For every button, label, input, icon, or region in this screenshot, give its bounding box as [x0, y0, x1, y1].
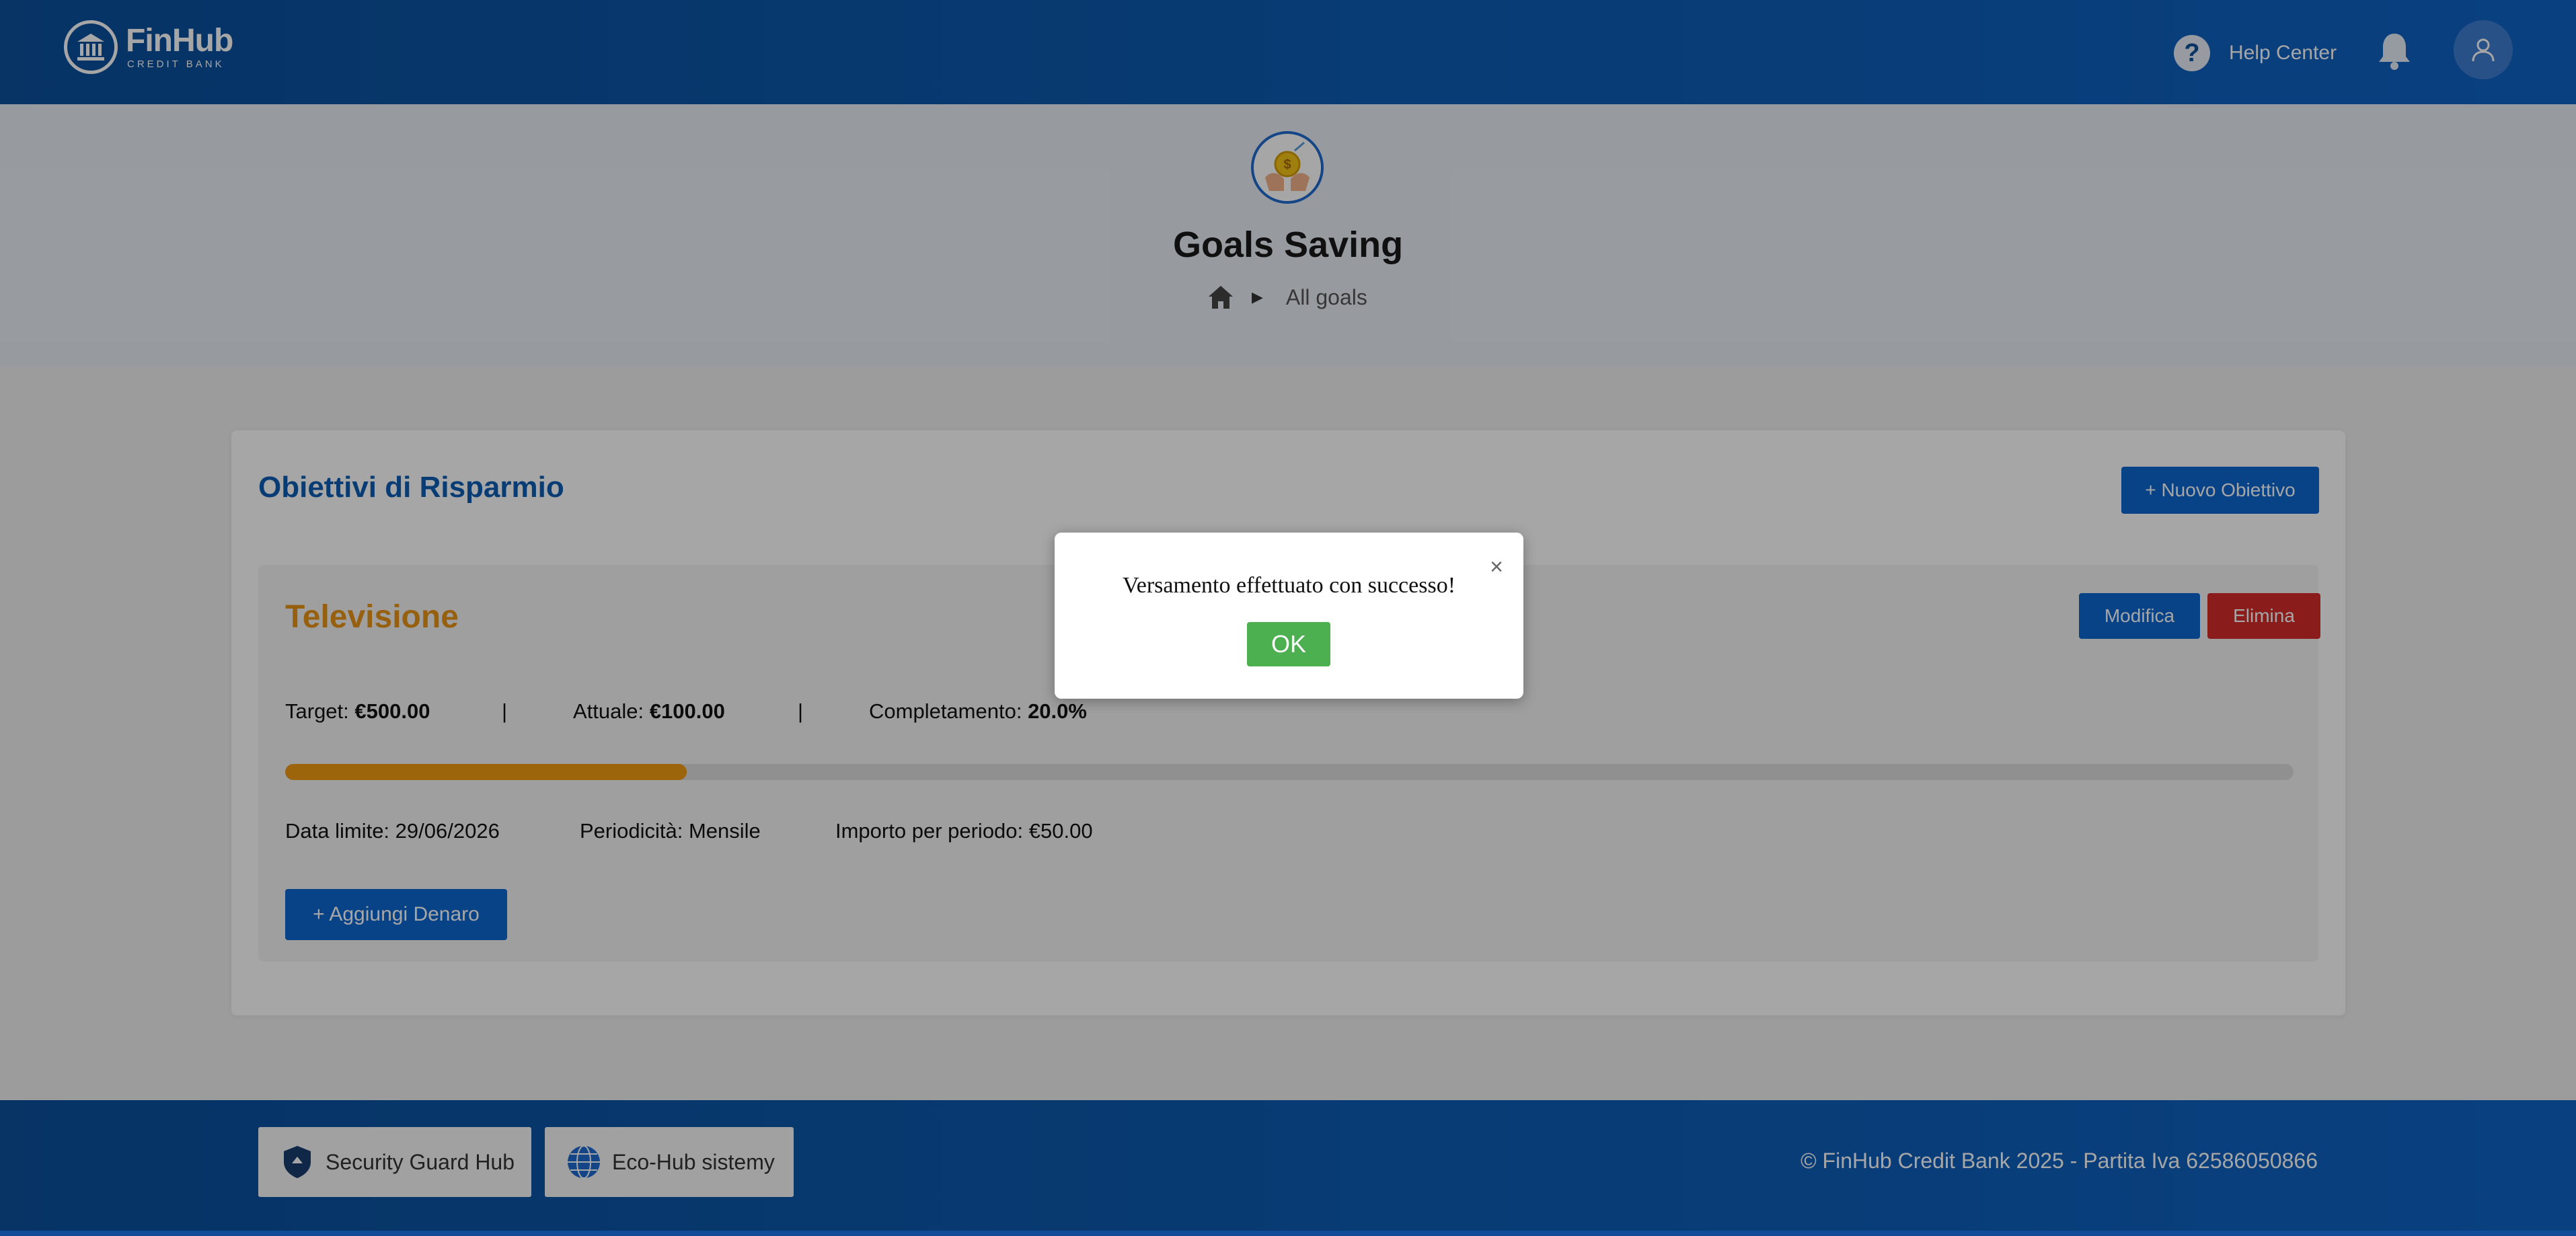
- success-dialog: × Versamento effettuato con successo! OK: [1055, 533, 1523, 699]
- ok-button[interactable]: OK: [1247, 622, 1330, 666]
- dialog-message: Versamento effettuato con successo!: [1122, 573, 1456, 598]
